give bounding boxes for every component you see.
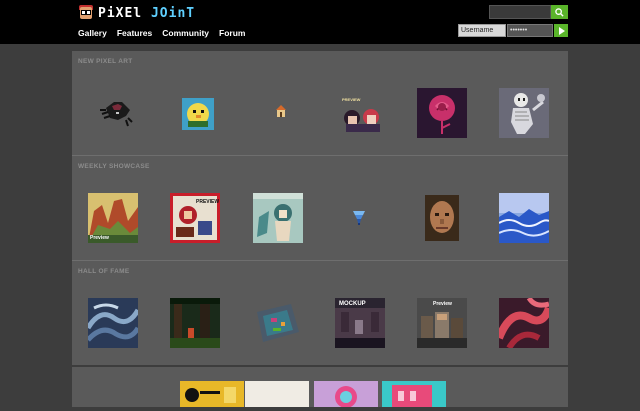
thumbnail-label: MOCKUP	[339, 301, 366, 307]
ad-banner[interactable]	[180, 381, 244, 407]
main-nav: Gallery Features Community Forum	[78, 28, 245, 38]
thumbnail[interactable]	[417, 193, 467, 243]
featured-ads-panel	[72, 367, 568, 408]
search-bar	[489, 5, 568, 19]
search-input[interactable]	[489, 5, 551, 19]
svg-text:PREVIEW: PREVIEW	[342, 97, 361, 102]
logo-wordmark: PiXEl JOinT	[98, 5, 196, 21]
thumbnail-label: Preview	[90, 235, 109, 241]
thumbnail[interactable]: PREVIEW	[170, 193, 220, 243]
thumbnail-label: Preview	[433, 301, 452, 307]
thumbnail[interactable]	[335, 193, 385, 243]
site-logo[interactable]: PiXEl JOinT	[78, 4, 195, 22]
thumbnail[interactable]: Preview	[417, 298, 467, 348]
mascot-icon	[78, 5, 94, 21]
thumbnail[interactable]	[88, 298, 138, 348]
ad-banner[interactable]	[382, 381, 446, 407]
thumbnail[interactable]	[170, 298, 220, 348]
thumbnail[interactable]: Preview	[88, 193, 138, 243]
section-new-pixel-art: NEW PIXEL ART PREVIEW	[72, 51, 568, 156]
username-field[interactable]: Username	[458, 24, 506, 37]
login-button[interactable]	[554, 24, 568, 37]
nav-features[interactable]: Features	[117, 28, 152, 38]
thumbnail[interactable]	[92, 88, 142, 138]
gallery-panel: NEW PIXEL ART PREVIEW WEEKLY SHOWCASE Pr…	[72, 51, 568, 365]
thumbnail-label: PREVIEW	[196, 199, 220, 205]
nav-community[interactable]: Community	[162, 28, 209, 38]
thumbnail[interactable]	[499, 88, 549, 138]
thumbnail[interactable]	[499, 193, 549, 243]
login-form: Username •••••••	[458, 24, 568, 37]
thumbnail[interactable]	[253, 298, 303, 348]
top-bar: PiXEl JOinT Gallery Features Community F…	[0, 0, 640, 44]
arrow-right-icon	[558, 26, 565, 35]
thumbnail[interactable]	[499, 298, 549, 348]
ad-banner[interactable]	[314, 381, 378, 408]
ad-banner[interactable]	[245, 381, 309, 407]
thumbnail[interactable]	[256, 88, 306, 138]
thumbnail[interactable]: PREVIEW	[338, 88, 388, 138]
section-hall-of-fame: HALL OF FAME MOCKUP Preview	[72, 261, 568, 365]
nav-gallery[interactable]: Gallery	[78, 28, 107, 38]
search-button[interactable]	[551, 5, 568, 19]
thumbnail[interactable]	[253, 193, 303, 243]
password-field[interactable]: •••••••	[507, 24, 553, 37]
nav-forum[interactable]: Forum	[219, 28, 245, 38]
thumbnail[interactable]: MOCKUP	[335, 298, 385, 348]
thumbnail[interactable]	[417, 88, 467, 138]
thumbnail[interactable]	[174, 88, 224, 138]
search-icon	[555, 7, 564, 17]
section-weekly-showcase: WEEKLY SHOWCASE Preview PREVIEW	[72, 156, 568, 261]
